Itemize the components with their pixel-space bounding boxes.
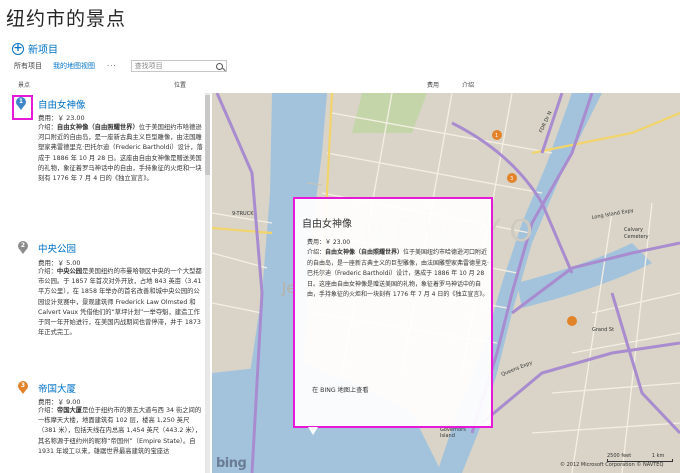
item-description: 介绍：自由女神像（自由照耀世界）位于美国纽约市哈德逊河口附近的自由岛，是一座新古… — [38, 124, 203, 183]
item-fee: 费用：￥ 23.00 — [38, 114, 85, 122]
column-introduction[interactable]: 介绍 — [462, 80, 474, 89]
search-placeholder: 查找项目 — [134, 62, 163, 70]
info-popup: 自由女神像 费用：￥ 23.00 介绍：自由女神像（自由照耀世界）位于美国纽约市… — [293, 197, 493, 435]
svg-text:9-TRUCK: 9-TRUCK — [232, 211, 254, 217]
map-pin-icon[interactable]: 2 — [18, 241, 28, 254]
view-on-bing-link[interactable]: 在 BING 地图上查看 — [312, 385, 369, 394]
column-location[interactable]: 位置 — [174, 80, 186, 89]
view-my-map[interactable]: 我的地图视图 — [53, 61, 95, 71]
map-marker-2[interactable]: 1 — [492, 130, 502, 140]
item-fee: 费用：￥ 5.00 — [38, 259, 81, 267]
popup-pointer — [308, 427, 318, 435]
map-pin-icon[interactable]: 3 — [18, 381, 28, 394]
svg-text:Cemetery: Cemetery — [624, 234, 649, 240]
scrollbar-thumb[interactable] — [205, 95, 210, 175]
new-item-button[interactable]: + 新项目 — [12, 41, 58, 56]
item-list: 1 自由女神像 费用：￥ 23.00 介绍：自由女神像（自由照耀世界）位于美国纽… — [8, 93, 204, 473]
view-toolbar: 所有项目 我的地图视图 ··· 查找项目 — [14, 60, 227, 72]
item-description: 介绍：帝国大厦是位于纽约市的第五大道与西 34 街之间的一栋摩天大楼，地面建筑有… — [38, 407, 202, 455]
item-description: 介绍：中央公园是美国纽约的市曼哈顿区中央的一个大型都市公园。于 1857 年首次… — [38, 268, 202, 337]
popup-fee: 费用：￥ 23.00 — [307, 239, 351, 246]
svg-text:Island: Island — [440, 433, 455, 439]
list-scrollbar[interactable] — [205, 93, 210, 473]
map-marker-4[interactable] — [567, 316, 577, 326]
new-item-label: 新项目 — [28, 45, 58, 56]
search-input[interactable]: 查找项目 — [130, 60, 227, 72]
popup-title: 自由女神像 — [302, 219, 352, 230]
bing-logo: bing — [216, 456, 247, 471]
page-title: 纽约市的景点 — [6, 8, 127, 30]
svg-text:Calvary: Calvary — [624, 227, 643, 233]
highlight-box — [12, 95, 33, 120]
item-title[interactable]: 中央公园 — [38, 241, 76, 255]
more-views-button[interactable]: ··· — [107, 62, 117, 70]
svg-text:Grand St: Grand St — [592, 327, 614, 333]
map-copyright: © 2012 Microsoft Corporation © NAVTEQ — [560, 462, 664, 468]
popup-description: 介绍：自由女神像（自由照耀世界）位于美国纽约市哈德逊河口附近的自由岛，是一座新古… — [307, 249, 489, 299]
column-headers: 景点 位置 费用 介绍 — [0, 80, 680, 90]
search-icon[interactable] — [215, 62, 223, 70]
column-scenery[interactable]: 景点 — [18, 80, 30, 89]
view-all-items[interactable]: 所有项目 — [14, 61, 42, 71]
item-fee: 费用：￥ 9.00 — [38, 398, 81, 406]
plus-circle-icon: + — [12, 40, 24, 55]
item-title[interactable]: 自由女神像 — [38, 97, 86, 111]
item-title[interactable]: 帝国大厦 — [38, 381, 76, 395]
svg-text:3: 3 — [510, 176, 513, 182]
svg-text:1: 1 — [495, 133, 498, 139]
column-fee[interactable]: 费用 — [427, 80, 439, 89]
map-marker-3[interactable]: 3 — [507, 173, 517, 183]
